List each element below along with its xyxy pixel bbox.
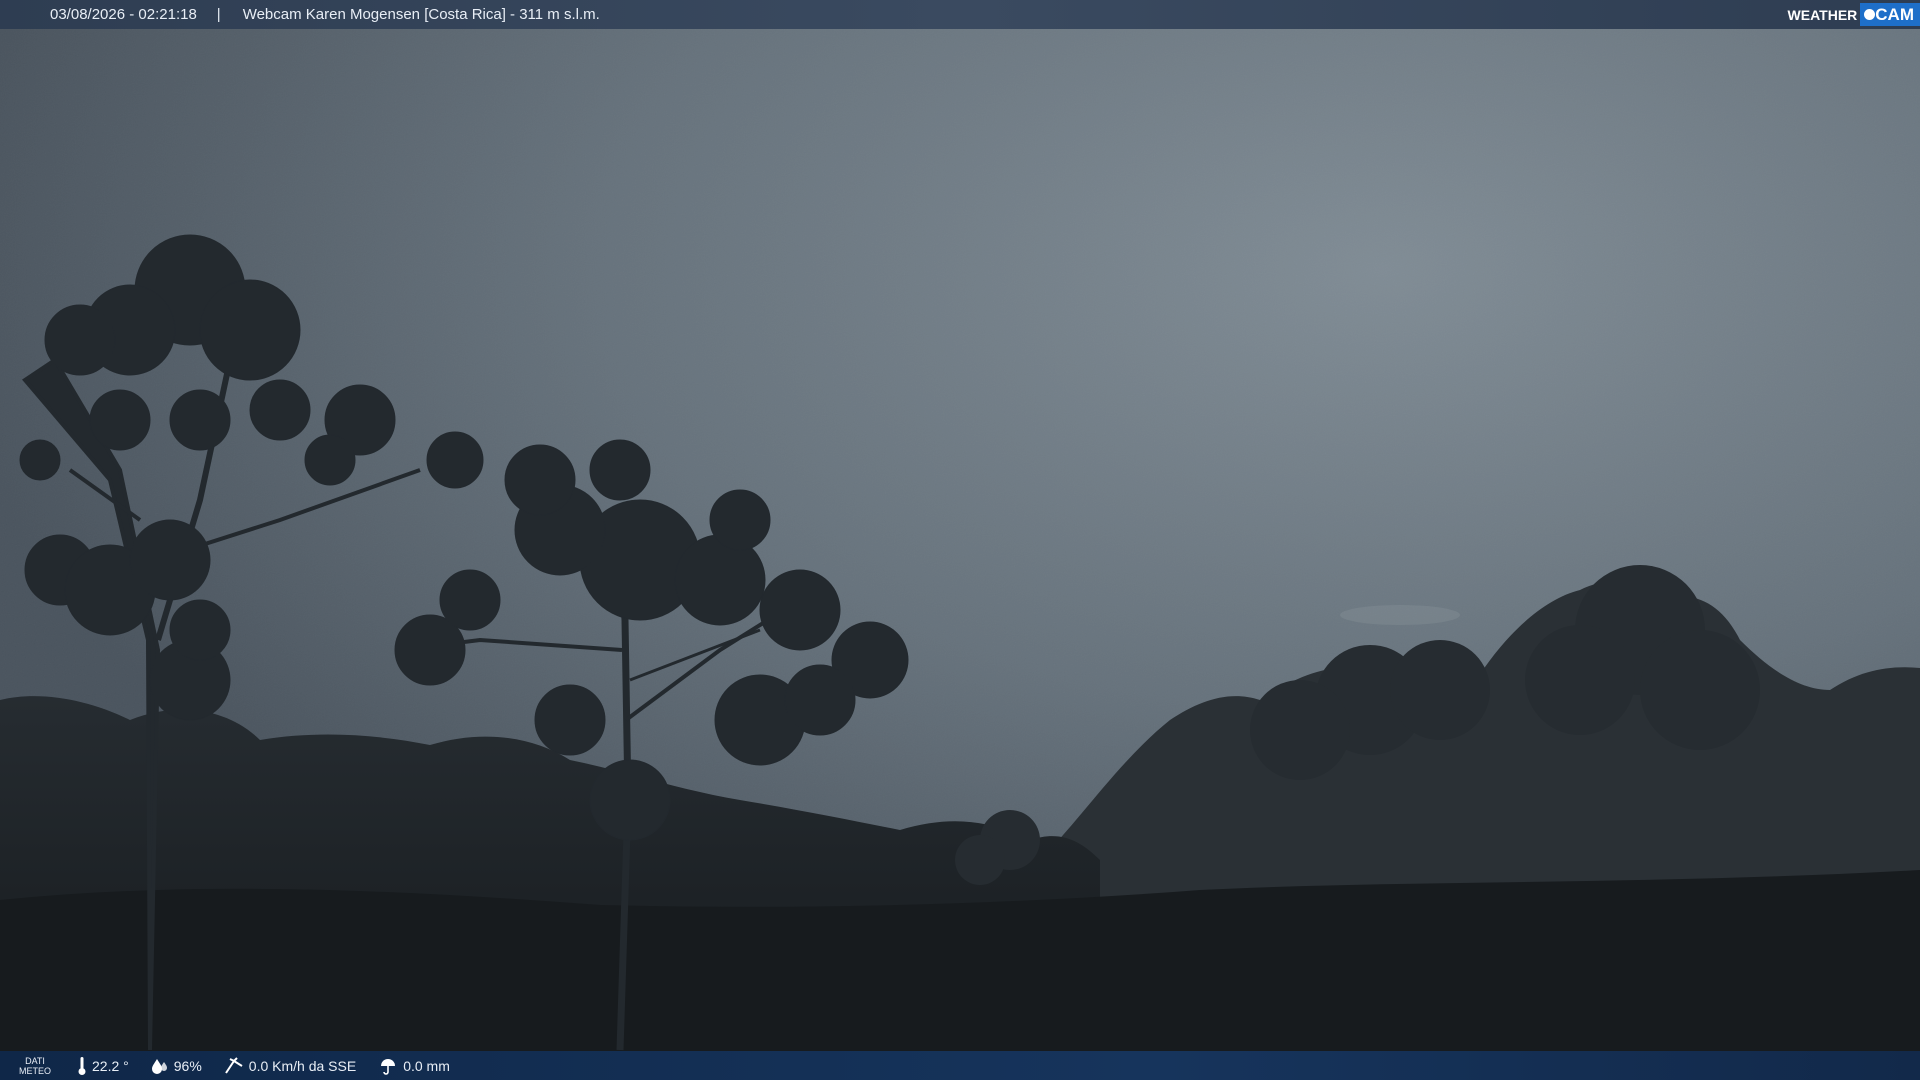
humidity-value: 96% bbox=[173, 1057, 202, 1074]
rain-value: 0.0 mm bbox=[403, 1057, 450, 1074]
dati-meteo-label[interactable]: DATI METEO bbox=[15, 1056, 55, 1076]
weathercam-logo[interactable]: WEATHER CAM bbox=[1788, 0, 1920, 29]
wind-reading: 0.0 Km/h da SSE bbox=[224, 1056, 357, 1075]
temperature-value: 22.2 ° bbox=[92, 1057, 129, 1074]
header-bar: 03/08/2026 - 02:21:18 | Webcam Karen Mog… bbox=[0, 0, 1920, 29]
logo-weather-text: WEATHER bbox=[1787, 6, 1858, 23]
mist bbox=[1340, 605, 1460, 625]
humidity-drops-icon bbox=[151, 1058, 167, 1074]
wind-icon bbox=[224, 1056, 243, 1074]
footer-bar: DATI METEO 22.2 ° 96% 0.0 Km/h da SSE 0.… bbox=[0, 1051, 1920, 1080]
webcam-image bbox=[0, 0, 1920, 1080]
wind-value: 0.0 Km/h da SSE bbox=[248, 1057, 357, 1074]
rain-reading: 0.0 mm bbox=[378, 1057, 450, 1075]
logo-cam-block: CAM bbox=[1860, 3, 1920, 26]
webcam-title: Webcam Karen Mogensen [Costa Rica] - 311… bbox=[242, 6, 600, 23]
logo-cam-text: CAM bbox=[1875, 4, 1914, 24]
temperature-reading: 22.2 ° bbox=[77, 1056, 129, 1076]
separator: | bbox=[216, 6, 221, 23]
meteo-label: METEO bbox=[18, 1065, 51, 1076]
logo-dot-icon bbox=[1864, 9, 1876, 20]
dati-label: DATI bbox=[25, 1055, 45, 1066]
rain-icon bbox=[381, 1058, 396, 1075]
humidity-reading: 96% bbox=[151, 1057, 202, 1075]
datetime: 03/08/2026 - 02:21:18 bbox=[50, 6, 197, 23]
thermometer-icon bbox=[78, 1056, 86, 1075]
